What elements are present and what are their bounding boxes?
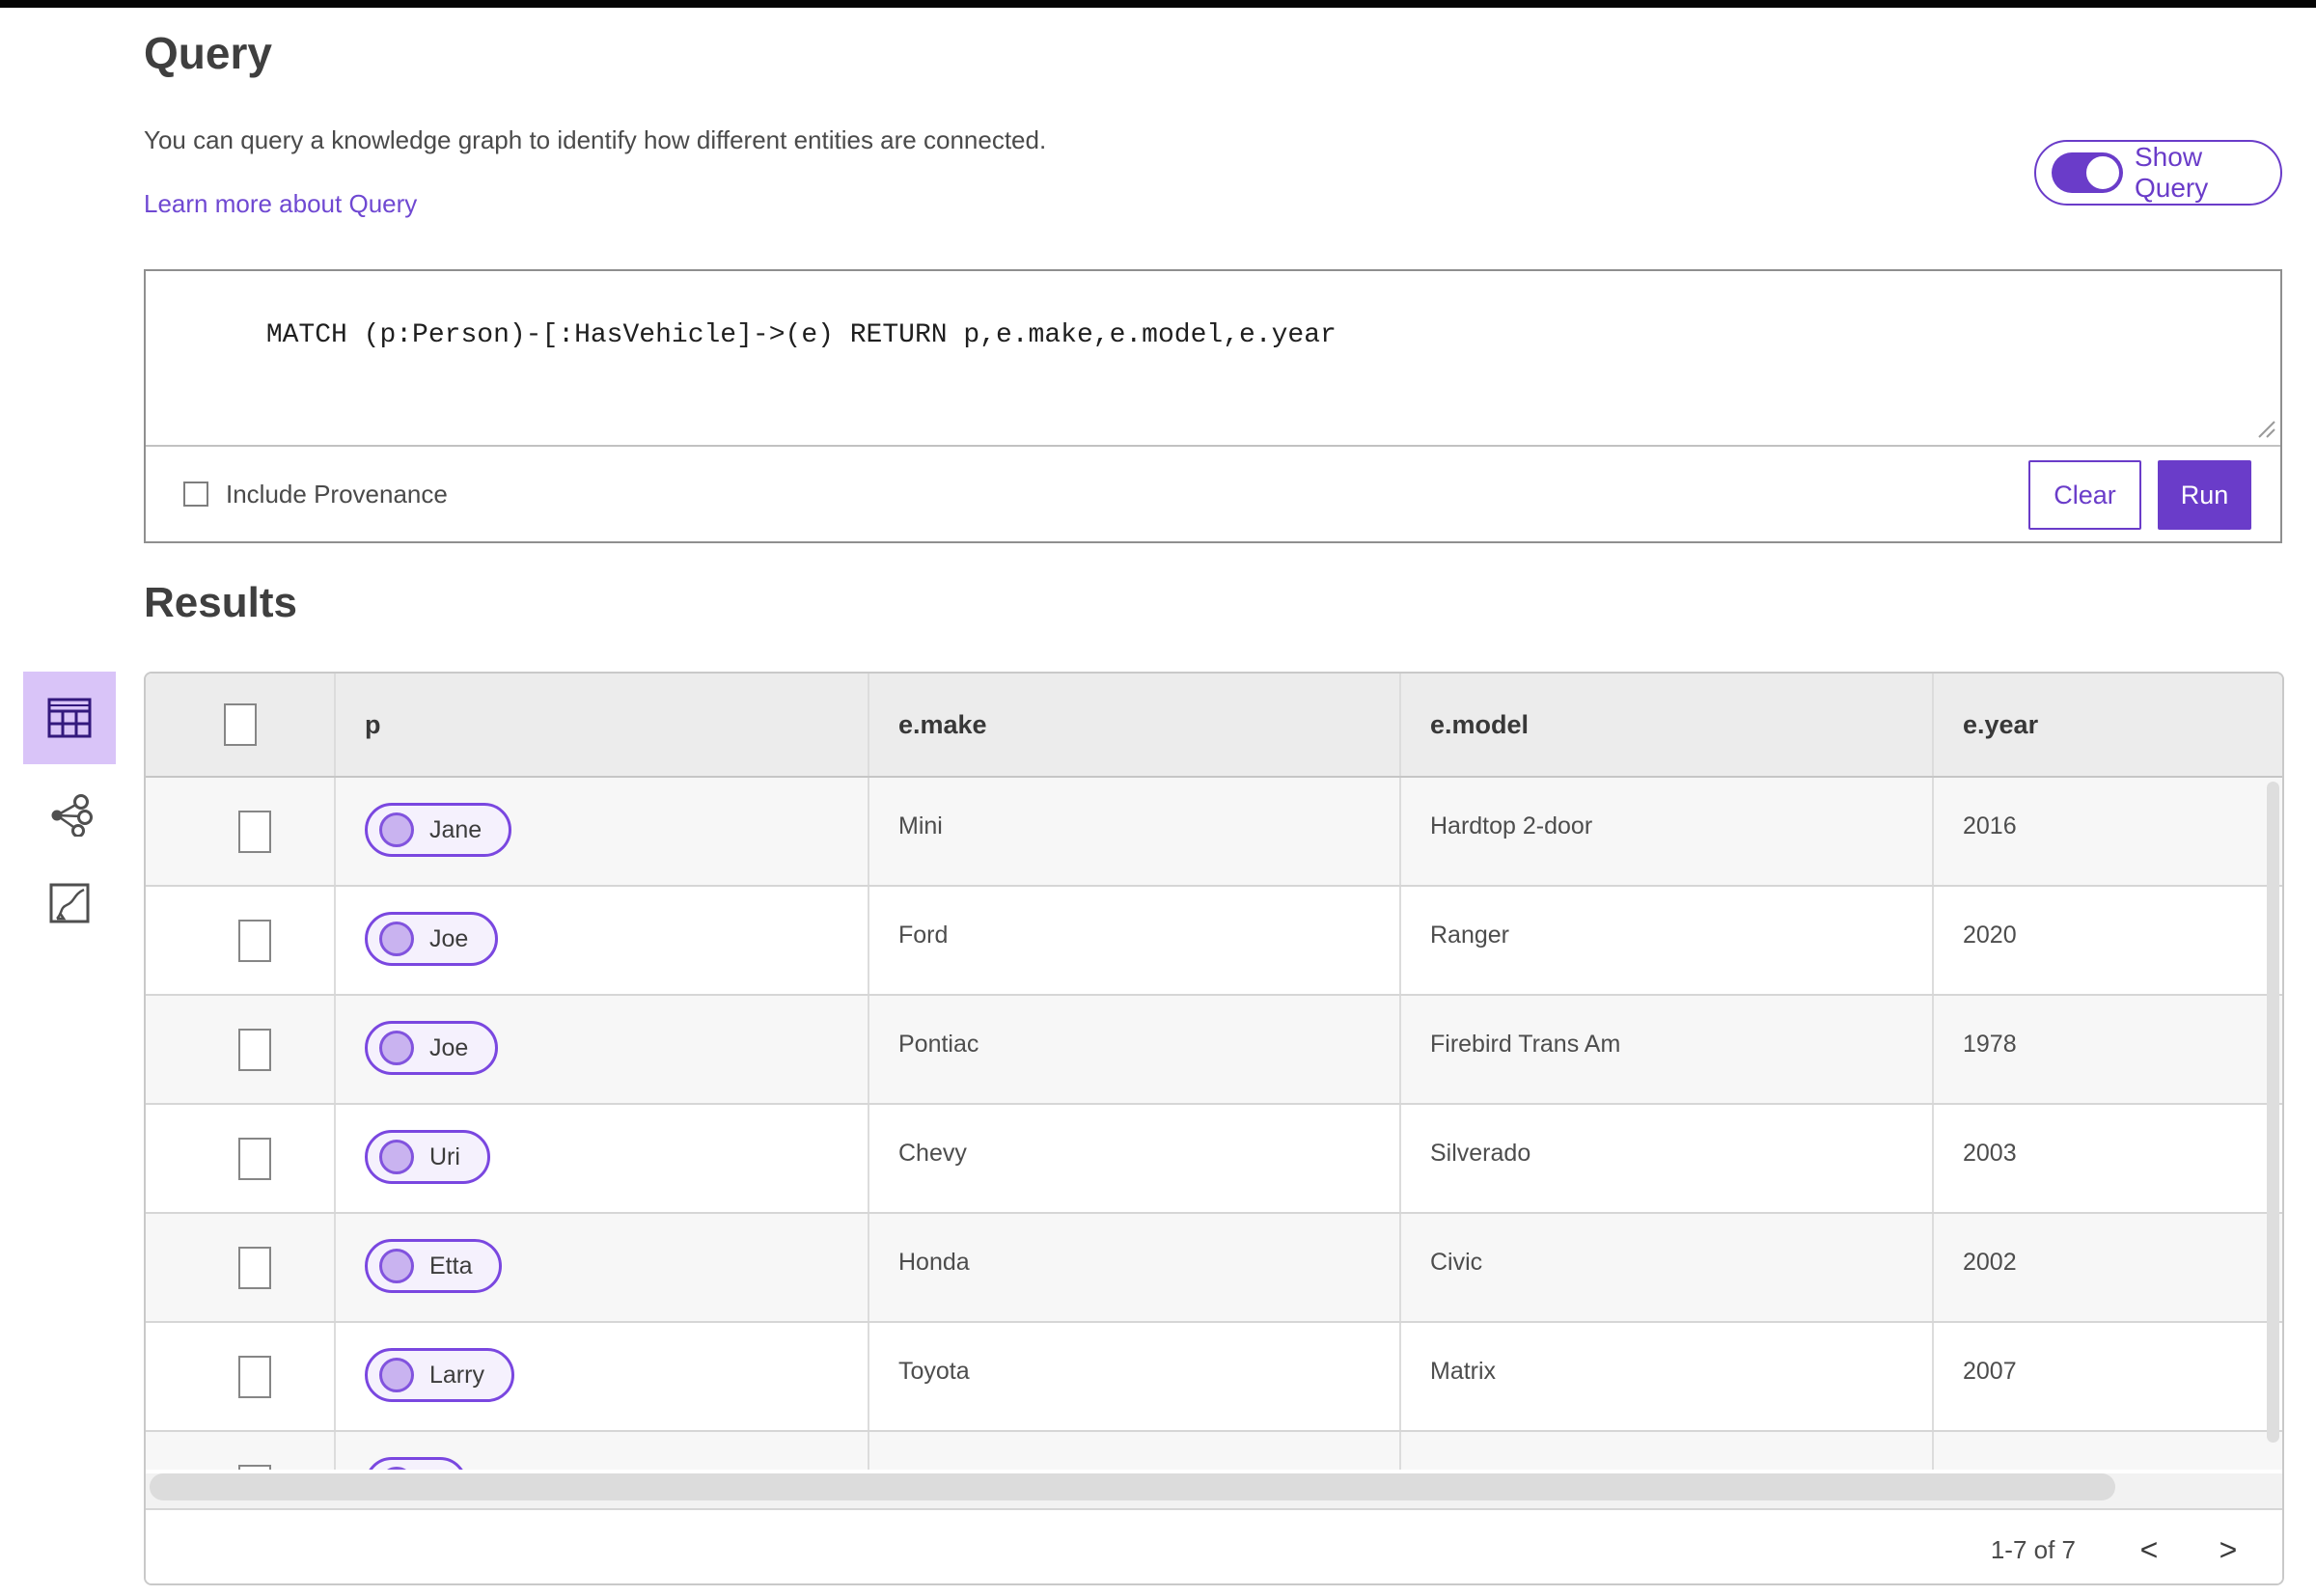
table-row-partial — [146, 1432, 2282, 1470]
table-grid-icon — [47, 698, 92, 738]
entity-node-icon — [379, 1249, 414, 1283]
header-checkbox-cell — [146, 674, 334, 776]
table-view-icon[interactable] — [23, 672, 116, 764]
entity-node-icon — [379, 1031, 414, 1065]
link-chart-icon — [51, 794, 93, 837]
horizontal-scrollbar-thumb[interactable] — [150, 1473, 2115, 1500]
map-view-icon[interactable] — [23, 869, 116, 937]
entity-pill[interactable]: Jane — [365, 803, 512, 857]
select-all-checkbox[interactable] — [223, 703, 257, 746]
include-provenance-label: Include Provenance — [226, 479, 448, 509]
run-button[interactable]: Run — [2158, 460, 2251, 530]
row-checkbox[interactable] — [237, 920, 271, 962]
entity-pill[interactable]: Joe — [365, 1021, 499, 1075]
cell-year: 2020 — [1932, 887, 2282, 994]
vertical-scrollbar-thumb[interactable] — [2267, 782, 2279, 1443]
query-text: MATCH (p:Person)-[:HasVehicle]->(e) RETU… — [265, 320, 1337, 350]
horizontal-scrollbar[interactable] — [146, 1473, 2282, 1508]
page-title: Query — [144, 28, 272, 78]
resize-grip-icon[interactable] — [2257, 420, 2276, 439]
table-row: Etta Honda Civic 2002 — [146, 1214, 2282, 1323]
cell-model: Firebird Trans Am — [1399, 996, 1932, 1103]
learn-more-link[interactable]: Learn more about Query — [144, 189, 417, 219]
cell-year: 2003 — [1932, 1105, 2282, 1212]
entity-node-icon — [379, 922, 414, 956]
table-footer: 1-7 of 7 < > — [146, 1508, 2282, 1583]
table-row: Joe Pontiac Firebird Trans Am 1978 — [146, 996, 2282, 1105]
cell-model: Matrix — [1399, 1323, 1932, 1430]
toggle-knob — [2084, 154, 2121, 191]
cell-make: Honda — [868, 1214, 1399, 1321]
cell-make: Chevy — [868, 1105, 1399, 1212]
cell-model: Hardtop 2-door — [1399, 778, 1932, 885]
entity-node-icon — [379, 1358, 414, 1392]
cell-model: Civic — [1399, 1214, 1932, 1321]
window-top-edge — [0, 0, 2316, 8]
page-description: You can query a knowledge graph to ident… — [144, 125, 1047, 154]
column-header-make: e.make — [868, 674, 1399, 776]
query-panel: MATCH (p:Person)-[:HasVehicle]->(e) RETU… — [144, 269, 2282, 543]
toggle-switch-icon[interactable] — [2052, 152, 2123, 193]
results-table: p e.make e.model e.year Jane Mini Hardto… — [144, 672, 2284, 1585]
show-query-toggle[interactable]: Show Query — [2034, 140, 2282, 206]
cell-year: 1978 — [1932, 996, 2282, 1103]
cell-model: Ranger — [1399, 887, 1932, 994]
table-row: Uri Chevy Silverado 2003 — [146, 1105, 2282, 1214]
query-page: Query You can query a knowledge graph to… — [0, 0, 2316, 1596]
entity-node-icon — [379, 1467, 414, 1470]
entity-pill[interactable]: Joe — [365, 912, 499, 966]
table-row: Jane Mini Hardtop 2-door 2016 — [146, 778, 2282, 887]
pagination-label: 1-7 of 7 — [1990, 1534, 2076, 1564]
results-title: Results — [144, 579, 297, 626]
query-input[interactable]: MATCH (p:Person)-[:HasVehicle]->(e) RETU… — [146, 271, 2280, 447]
column-header-p: p — [334, 674, 868, 776]
row-checkbox[interactable] — [237, 1029, 271, 1071]
cell-make: Pontiac — [868, 996, 1399, 1103]
map-icon — [49, 883, 90, 923]
query-controls: Include Provenance Clear Run — [146, 447, 2280, 541]
entity-pill[interactable]: Larry — [365, 1348, 514, 1402]
row-checkbox[interactable] — [237, 1138, 271, 1180]
entity-node-icon — [379, 1140, 414, 1174]
pagination-next-icon[interactable]: > — [2209, 1532, 2247, 1568]
table-row: Joe Ford Ranger 2020 — [146, 887, 2282, 996]
entity-pill[interactable]: Etta — [365, 1239, 503, 1293]
cell-year: 2016 — [1932, 778, 2282, 885]
link-chart-view-icon[interactable] — [23, 780, 116, 847]
row-checkbox[interactable] — [237, 1465, 271, 1470]
cell-make: Ford — [868, 887, 1399, 994]
cell-year: 2007 — [1932, 1323, 2282, 1430]
cell-model: Silverado — [1399, 1105, 1932, 1212]
clear-button[interactable]: Clear — [2028, 460, 2141, 530]
row-checkbox[interactable] — [237, 1247, 271, 1289]
cell-year: 2002 — [1932, 1214, 2282, 1321]
cell-make: Mini — [868, 778, 1399, 885]
entity-node-icon — [379, 812, 414, 847]
column-header-year: e.year — [1932, 674, 2282, 776]
show-query-label: Show Query — [2135, 142, 2209, 203]
cell-make: Toyota — [868, 1323, 1399, 1430]
column-header-model: e.model — [1399, 674, 1932, 776]
table-row: Larry Toyota Matrix 2007 — [146, 1323, 2282, 1432]
pagination-prev-icon[interactable]: < — [2130, 1532, 2168, 1568]
row-checkbox[interactable] — [237, 1356, 271, 1398]
table-header-row: p e.make e.model e.year — [146, 674, 2282, 778]
entity-pill[interactable] — [365, 1457, 467, 1470]
row-checkbox[interactable] — [237, 811, 271, 853]
entity-pill[interactable]: Uri — [365, 1130, 490, 1184]
include-provenance-checkbox[interactable] — [183, 482, 208, 507]
